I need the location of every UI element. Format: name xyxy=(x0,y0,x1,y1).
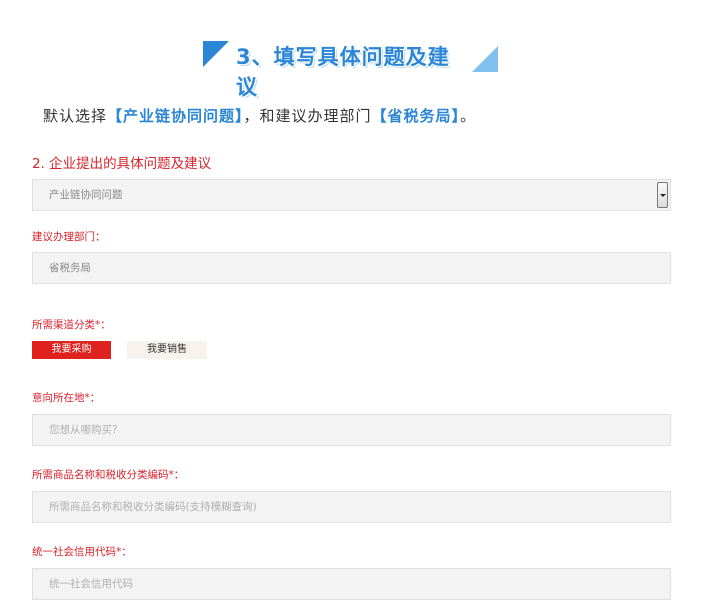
department-label: 建议办理部门： xyxy=(32,231,106,243)
issue-type-value: 产业链协同问题 xyxy=(49,189,123,201)
credit-code-input[interactable]: 统一社会信用代码 xyxy=(32,568,671,600)
step-header: 3、填写具体问题及建议 xyxy=(0,40,709,99)
default-department: 【省税务局】 xyxy=(371,107,461,125)
department-value: 省税务局 xyxy=(49,262,91,274)
credit-code-placeholder: 统一社会信用代码 xyxy=(49,578,133,590)
product-label: 所需商品名称和税收分类编码*： xyxy=(32,469,185,481)
step-title: 3、填写具体问题及建议 xyxy=(236,45,450,99)
location-placeholder: 您想从哪购买? xyxy=(49,424,118,436)
issue-type-select[interactable]: 产业链协同问题 xyxy=(32,179,671,211)
location-input[interactable]: 您想从哪购买? xyxy=(32,414,671,446)
department-field[interactable]: 省税务局 xyxy=(32,252,671,284)
channel-sales-button[interactable]: 我要销售 xyxy=(127,341,207,359)
default-suffix: 。 xyxy=(460,107,477,125)
channel-label: 所需渠道分类*： xyxy=(32,319,111,331)
triangle-left-icon xyxy=(203,41,229,67)
channel-purchase-button[interactable]: 我要采购 xyxy=(32,341,111,359)
default-issue: 【产业链协同问题】 xyxy=(107,107,244,125)
product-placeholder: 所需商品名称和税收分类编码(支持模糊查询) xyxy=(49,501,257,513)
credit-code-label: 统一社会信用代码*： xyxy=(32,546,132,558)
product-input[interactable]: 所需商品名称和税收分类编码(支持模糊查询) xyxy=(32,491,671,523)
triangle-right-icon xyxy=(472,46,498,72)
default-prefix: 默认选择 xyxy=(43,107,108,125)
section-title: 2. 企业提出的具体问题及建议 xyxy=(32,156,212,172)
location-label: 意向所在地*： xyxy=(32,392,101,404)
dropdown-arrow-icon[interactable] xyxy=(657,182,668,208)
default-middle: ，和建议办理部门 xyxy=(243,107,372,125)
default-selection-text: 默认选择【产业链协同问题】，和建议办理部门【省税务局】。 xyxy=(43,105,476,126)
